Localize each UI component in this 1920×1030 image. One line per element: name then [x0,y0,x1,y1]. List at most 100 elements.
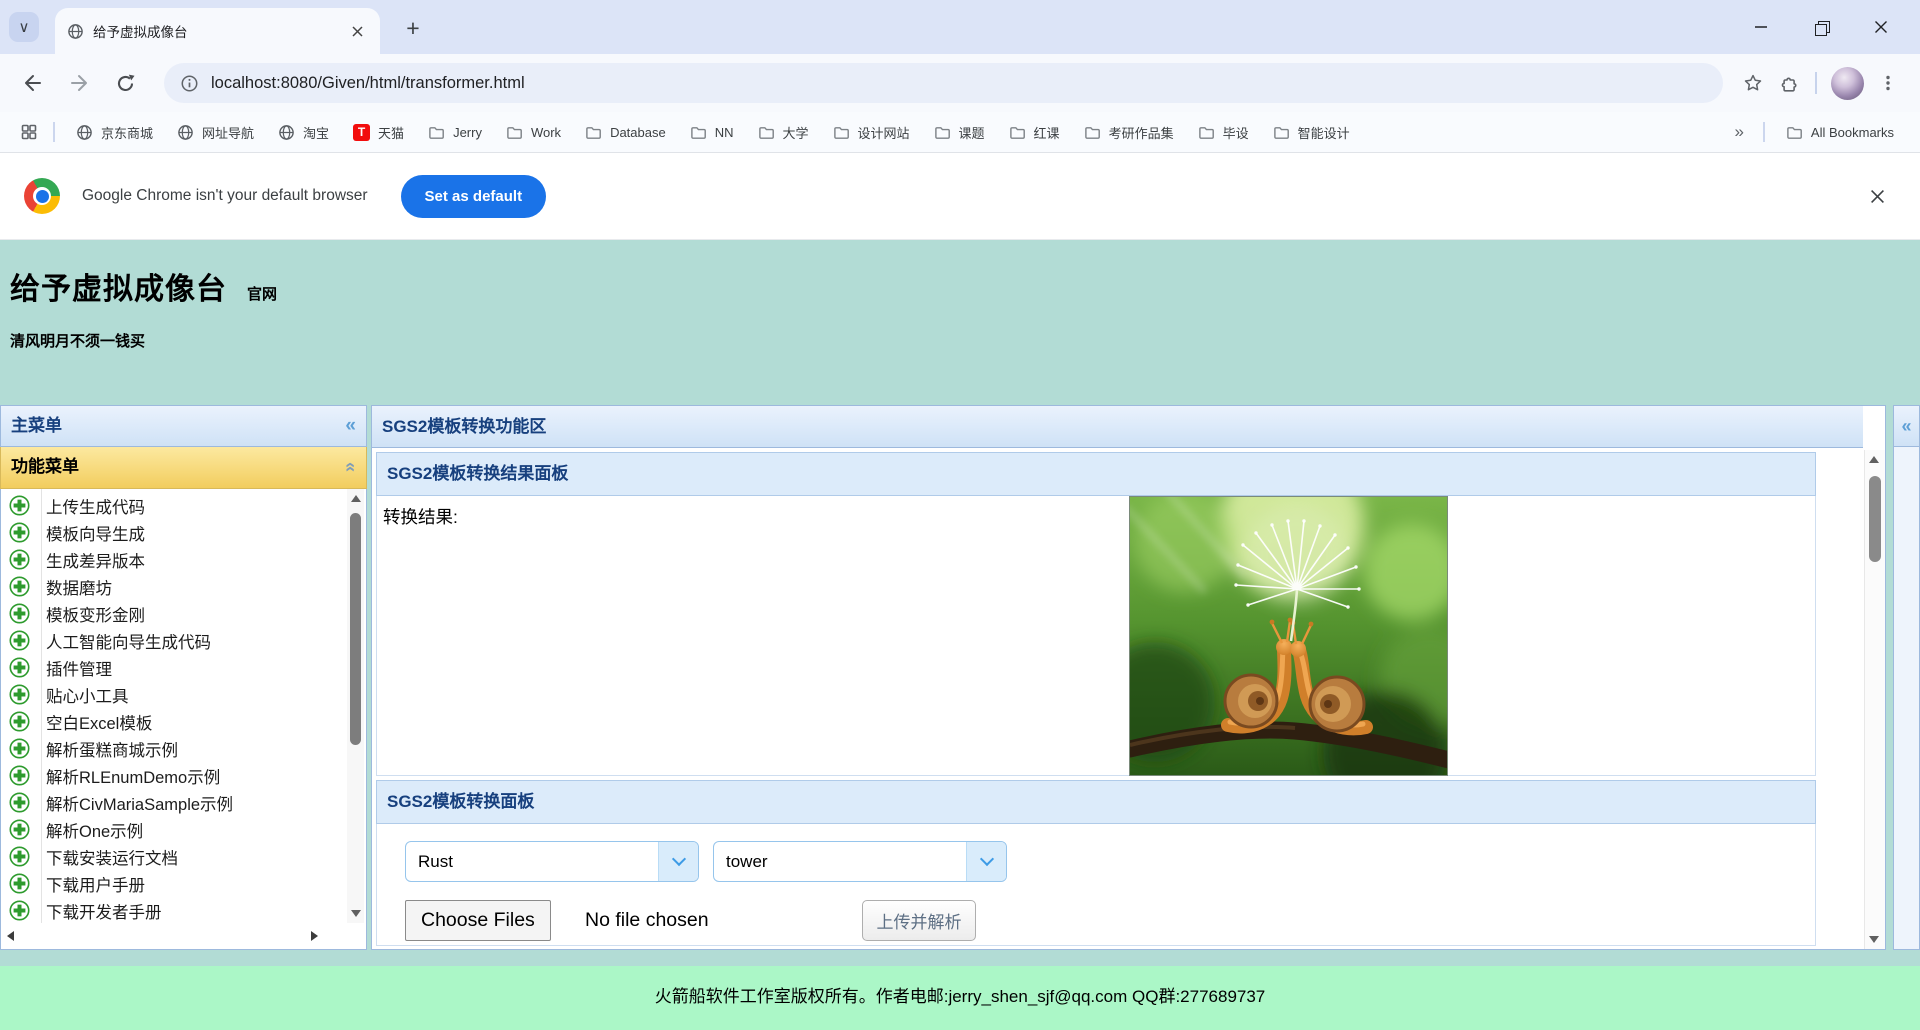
collapse-left-icon[interactable]: « [345,406,356,446]
bookmarks-overflow-button[interactable]: » [1724,122,1753,142]
scroll-up-arrow-icon[interactable] [351,495,361,502]
sidebar-item[interactable]: 下载开发者手册 [1,897,342,924]
bookmark-item[interactable]: T 天猫 [341,117,416,147]
minimize-icon [1754,20,1768,34]
sidebar-menu-list-container: 上传生成代码 模板向导生成 生成差异版本 数据磨坊 模板变形金刚 人工智能向导生… [0,489,367,950]
minimize-button[interactable] [1736,7,1786,47]
extensions-button[interactable] [1771,65,1807,101]
folder-icon [758,124,775,141]
sidebar-item[interactable]: 解析One示例 [1,816,342,843]
sidebar-item[interactable]: 解析RLEnumDemo示例 [1,762,342,789]
address-bar[interactable]: localhost:8080/Given/html/transformer.ht… [164,63,1723,103]
green-plus-icon [9,549,30,570]
sidebar-item[interactable]: 空白Excel模板 [1,708,342,735]
main-vertical-scrollbar[interactable] [1864,450,1885,949]
tab-search-button[interactable]: ∨ [9,12,39,42]
site-info-icon[interactable] [180,74,199,93]
all-bookmarks-button[interactable]: All Bookmarks [1774,117,1906,147]
sidebar-item[interactable]: 解析CivMariaSample示例 [1,789,342,816]
star-icon [1743,73,1763,93]
bookmark-folder[interactable]: 毕设 [1186,117,1261,147]
sidebar-item[interactable]: 解析蛋糕商城示例 [1,735,342,762]
sidebar-item[interactable]: 生成差异版本 [1,546,342,573]
result-label: 转换结果: [383,504,458,529]
sidebar-func-menu-header[interactable]: 功能菜单 « [0,447,367,489]
official-site-link[interactable]: 官网 [247,286,277,303]
sidebar-item[interactable]: 模板向导生成 [1,519,342,546]
sidebar-item[interactable]: 下载安装运行文档 [1,843,342,870]
apps-grid-button[interactable] [14,117,44,147]
expand-left-button[interactable]: « [1893,405,1920,447]
bookmark-item[interactable]: 京东商城 [64,117,165,147]
green-plus-icon [9,846,30,867]
bookmark-folder[interactable]: Work [494,117,573,147]
green-plus-icon [9,630,30,651]
bookmark-folder[interactable]: 课题 [922,117,997,147]
folder-icon [833,124,850,141]
target-framework-select[interactable]: tower [713,841,1007,882]
result-image [1129,496,1448,776]
page-header: 给予虚拟成像台官网 清风明月不须一钱买 [0,240,1920,406]
scroll-down-arrow-icon[interactable] [1869,936,1879,943]
folder-icon [1273,124,1290,141]
new-tab-button[interactable]: + [398,13,428,43]
source-language-select[interactable]: Rust [405,841,699,882]
bookmark-star-button[interactable] [1735,65,1771,101]
sidebar-item[interactable]: 模板变形金刚 [1,600,342,627]
tab-title: 给予虚拟成像台 [93,21,337,41]
bookmark-folder[interactable]: 设计网站 [821,117,922,147]
green-plus-icon [9,738,30,759]
bookmark-folder[interactable]: 智能设计 [1261,117,1362,147]
tab-close-icon[interactable] [346,20,368,42]
close-icon [1870,189,1885,204]
forward-arrow-icon [68,72,90,94]
bookmark-item[interactable]: 淘宝 [266,117,341,147]
url-text[interactable]: localhost:8080/Given/html/transformer.ht… [211,74,525,93]
scroll-down-arrow-icon[interactable] [351,910,361,917]
bookmark-folder[interactable]: 大学 [746,117,821,147]
bookmark-folder[interactable]: 考研作品集 [1072,117,1186,147]
set-as-default-button[interactable]: Set as default [401,175,547,218]
sidebar-item[interactable]: 下载用户手册 [1,870,342,897]
browser-tab[interactable]: 给予虚拟成像台 [55,8,380,54]
bookmark-folder[interactable]: 红课 [997,117,1072,147]
restore-button[interactable] [1796,7,1846,47]
close-window-button[interactable] [1856,7,1906,47]
profile-avatar[interactable] [1831,67,1864,100]
puzzle-icon [1779,73,1800,94]
scrollbar-thumb[interactable] [350,513,361,745]
sidebar-item[interactable]: 上传生成代码 [1,492,342,519]
choose-files-button[interactable]: Choose Files [405,900,551,941]
upload-parse-button[interactable]: 上传并解析 [862,900,976,941]
sidebar-vertical-scrollbar[interactable] [347,489,364,923]
bookmark-folder[interactable]: NN [678,117,746,147]
file-status-text: No file chosen [585,900,709,941]
green-plus-icon [9,603,30,624]
bookmark-folder[interactable]: Jerry [416,117,494,147]
sidebar-item[interactable]: 人工智能向导生成代码 [1,627,342,654]
green-plus-icon [9,657,30,678]
banner-message: Google Chrome isn't your default browser [82,187,368,205]
collapse-up-icon[interactable]: « [331,462,371,472]
sidebar-item[interactable]: 贴心小工具 [1,681,342,708]
chevron-down-icon [671,852,685,866]
scroll-right-arrow-icon[interactable] [311,931,318,941]
forward-button[interactable] [60,64,98,102]
bookmark-folder[interactable]: Database [573,117,678,147]
result-panel-body: 转换结果: [376,496,1816,776]
sidebar-horizontal-scrollbar[interactable] [1,923,366,949]
scroll-left-arrow-icon[interactable] [7,931,14,941]
combo-arrow-button[interactable] [658,842,698,881]
scrollbar-thumb[interactable] [1869,476,1881,562]
scroll-up-arrow-icon[interactable] [1869,456,1879,463]
combo-arrow-button[interactable] [966,842,1006,881]
chevron-down-icon: ∨ [19,18,30,36]
back-button[interactable] [14,64,52,102]
sidebar-item[interactable]: 数据磨坊 [1,573,342,600]
bookmark-item[interactable]: 网址导航 [165,117,266,147]
browser-menu-button[interactable] [1870,65,1906,101]
banner-close-button[interactable] [1860,179,1894,213]
sidebar-item[interactable]: 插件管理 [1,654,342,681]
green-plus-icon [9,495,30,516]
reload-button[interactable] [106,64,144,102]
